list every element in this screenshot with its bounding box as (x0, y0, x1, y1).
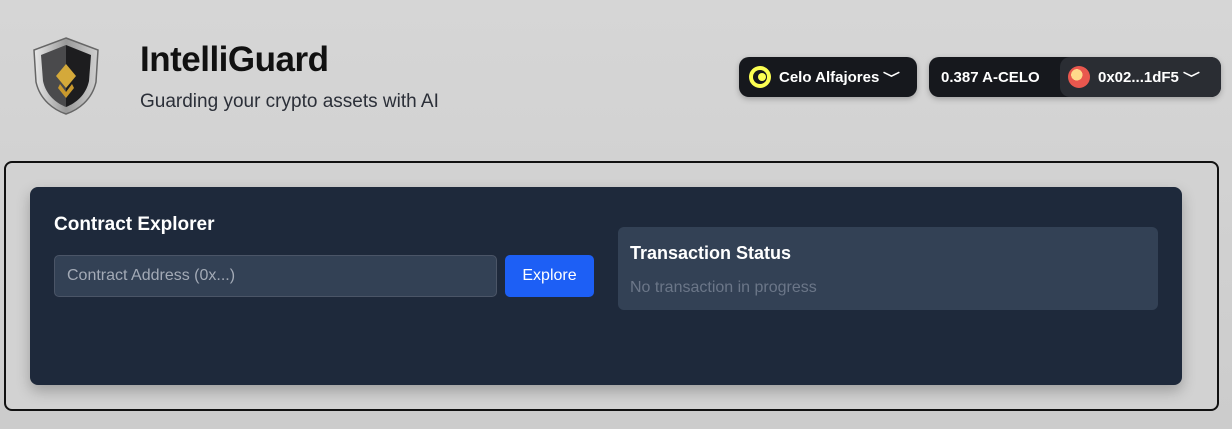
explore-button[interactable]: Explore (505, 255, 594, 297)
network-selector-button[interactable]: Celo Alfajores ﹀ (739, 57, 917, 97)
network-name: Celo Alfajores (779, 68, 880, 86)
shield-logo-icon (33, 37, 99, 115)
wallet-address-button[interactable]: 0x02...1dF5 ﹀ (1060, 57, 1221, 97)
chevron-down-icon: ﹀ (883, 70, 901, 86)
transaction-status-panel: Transaction Status No transaction in pro… (618, 227, 1158, 310)
chevron-down-icon: ﹀ (1182, 70, 1200, 86)
app-header: IntelliGuard Guarding your crypto assets… (0, 0, 1232, 150)
wallet-address: 0x02...1dF5 (1098, 68, 1179, 86)
account-button[interactable]: 0.387 A-CELO 0x02...1dF5 ﹀ (929, 57, 1221, 97)
transaction-status-title: Transaction Status (630, 243, 792, 263)
transaction-status-message: No transaction in progress (630, 279, 817, 296)
contract-address-input[interactable] (54, 255, 497, 297)
balance-label: 0.387 A-CELO (941, 68, 1040, 86)
app-subtitle: Guarding your crypto assets with AI (140, 91, 439, 112)
celo-icon (749, 66, 771, 88)
avatar-icon (1068, 66, 1090, 88)
contract-explorer-card: Contract Explorer Explore Transaction St… (30, 187, 1182, 385)
contract-explorer-title: Contract Explorer (54, 214, 215, 235)
app-title: IntelliGuard (140, 40, 329, 79)
